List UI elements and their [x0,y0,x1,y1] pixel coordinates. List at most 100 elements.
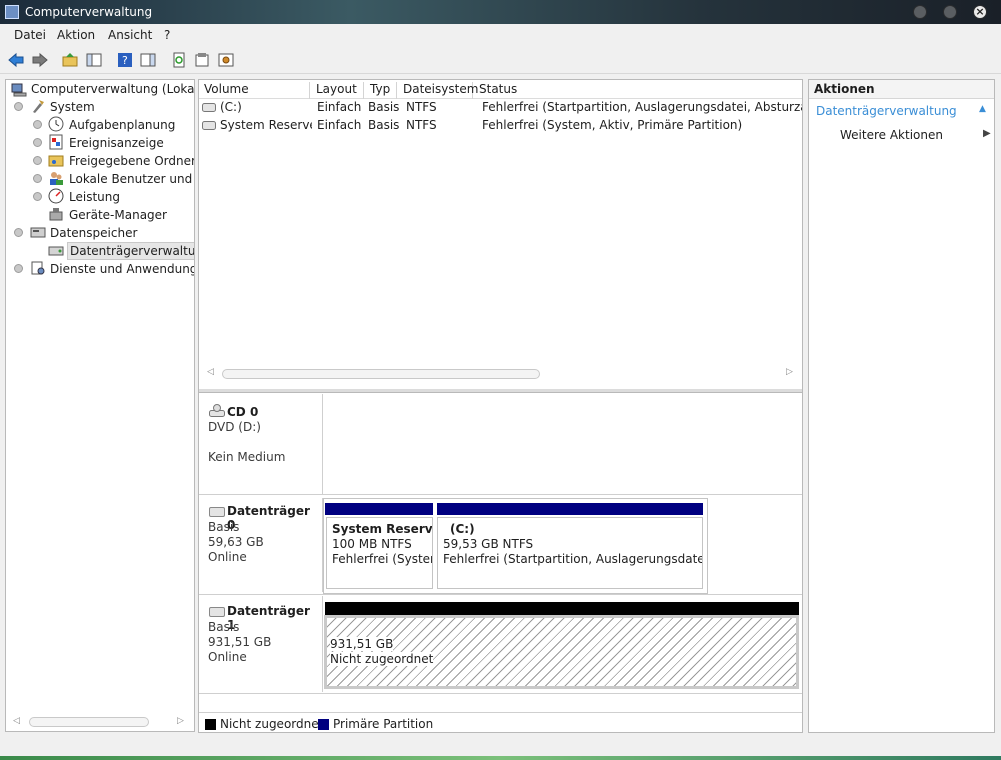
disk-management-icon [48,246,64,256]
settings-icon[interactable] [218,52,234,68]
volume-type: Basis [368,118,400,132]
cd0-media: Kein Medium [208,450,286,464]
back-arrow-icon[interactable] [8,52,24,68]
services-icon [31,261,45,275]
menu-ansicht[interactable]: Ansicht [108,28,152,42]
tree-freigegebene-ordner[interactable]: Freigegebene Ordner [69,152,194,170]
volume-list-header: Volume Layout Typ Dateisystem Status [199,80,802,99]
tree-datentraegerverwaltung[interactable]: Datenträgerverwaltung [67,242,194,260]
submenu-arrow-icon: ▶ [983,128,991,139]
column-status[interactable]: Status [474,82,802,99]
tree-geraete-manager[interactable]: Geräte-Manager [69,206,167,224]
up-folder-icon[interactable] [62,52,78,68]
forward-arrow-icon[interactable] [32,52,48,68]
tree-scroll-right-icon[interactable]: ▷ [177,716,184,726]
datenspeicher-expander[interactable] [14,228,23,237]
tree-leistung[interactable]: Leistung [69,188,120,206]
help-icon[interactable]: ? [117,52,133,68]
menu-aktion[interactable]: Aktion [57,28,95,42]
list-scroll-right-icon[interactable]: ▷ [786,367,793,377]
tree-hscroll-thumb[interactable] [29,717,149,727]
partition-size: 100 MB NTFS [332,537,412,551]
hard-disk-icon [209,507,225,517]
column-dateisystem[interactable]: Dateisystem [398,82,478,99]
unallocated-label: Nicht zugeordnet [330,652,434,666]
actions-title: Aktionen [814,82,875,96]
close-button[interactable]: × [973,5,987,19]
hard-disk-icon [209,607,225,617]
collapse-up-icon[interactable]: ▲ [979,104,986,114]
volume-row[interactable]: (C:) Einfach Basis NTFS Fehlerfrei (Star… [199,99,802,117]
system-expander[interactable] [14,102,23,111]
menu-bar: Datei Aktion Ansicht ? [0,24,1001,46]
list-hscroll-thumb[interactable] [222,369,540,379]
list-scroll-left-icon[interactable]: ◁ [207,367,214,377]
partition-system-reserved[interactable]: System Reserved 100 MB NTFS Fehlerfrei (… [326,517,433,589]
drive-icon [202,121,216,130]
window-title: Computerverwaltung [25,5,153,19]
partition-title: System Reserved [332,522,433,536]
volume-type: Basis [368,100,400,114]
title-bar: Computerverwaltung × [0,0,1001,24]
properties-icon[interactable] [194,52,210,68]
menu-help[interactable]: ? [164,28,170,42]
tree-system[interactable]: System [50,98,95,116]
ereignisanzeige-expander[interactable] [33,138,42,147]
freigegebene-ordner-expander[interactable] [33,156,42,165]
column-volume[interactable]: Volume [199,82,310,99]
more-actions[interactable]: Weitere Aktionen [840,128,943,142]
toolbar: ? [0,46,1001,74]
computer-icon [11,83,27,97]
tree-root[interactable]: Computerverwaltung (Lokal) [31,80,194,98]
tree-datenspeicher[interactable]: Datenspeicher [50,224,137,242]
show-hide-tree-icon[interactable] [86,52,102,68]
minimize-button[interactable] [913,5,927,19]
status-bar [0,736,1001,760]
volume-name: (C:) [220,100,242,114]
volume-layout: Einfach [317,100,362,114]
actions-section-disk-management[interactable]: Datenträgerverwaltung [816,104,957,118]
cd0-label[interactable]: CD 0 DVD (D:) Kein Medium [199,394,323,494]
legend-primary-swatch [318,719,329,730]
tree-scroll-left-icon[interactable]: ◁ [13,716,20,726]
cd-drive-icon [209,404,225,417]
disk1-type: Basis [208,620,240,634]
disk1-label[interactable]: Datenträger 1 Basis 931,51 GB Online [199,596,323,692]
computer-management-icon [5,5,19,19]
tree-aufgabenplanung[interactable]: Aufgabenplanung [69,116,175,134]
tree-ereignisanzeige[interactable]: Ereignisanzeige [69,134,164,152]
tree-dienste[interactable]: Dienste und Anwendungen [50,260,194,278]
actions-header: Aktionen [809,80,994,99]
disk0-label[interactable]: Datenträger 0 Basis 59,63 GB Online [199,498,323,592]
row-divider [199,494,802,495]
navigation-tree: Computerverwaltung (Lokal) System Aufgab… [5,79,195,732]
unallocated-space[interactable]: 931,51 GB Nicht zugeordnet [324,615,799,689]
menu-datei[interactable]: Datei [14,28,46,42]
actions-pane: Aktionen Datenträgerverwaltung ▲ Weitere… [808,79,995,733]
leistung-expander[interactable] [33,192,42,201]
partition-c[interactable]: (C:) 59,53 GB NTFS Fehlerfrei (Startpart… [437,517,703,589]
users-icon [50,172,63,185]
disk1-name: Datenträger 1 [227,604,310,632]
unallocated-bar [325,602,799,615]
tree-lokale-benutzer[interactable]: Lokale Benutzer und Gruppen [69,170,194,188]
legend: Nicht zugeordnet Primäre Partition [199,712,802,732]
maximize-button[interactable] [943,5,957,19]
device-manager-icon [49,208,63,221]
aufgabenplanung-expander[interactable] [33,120,42,129]
volume-row[interactable]: System Reserved Einfach Basis NTFS Fehle… [199,117,802,135]
column-layout[interactable]: Layout [311,82,364,99]
drive-icon [202,103,216,112]
cd0-drive: DVD (D:) [208,420,261,434]
pane-splitter[interactable] [199,389,802,393]
show-hide-actions-icon[interactable] [140,52,156,68]
dienste-expander[interactable] [14,264,23,273]
lokale-benutzer-expander[interactable] [33,174,42,183]
performance-icon [48,188,64,204]
column-typ[interactable]: Typ [365,82,397,99]
refresh-icon[interactable] [171,52,187,68]
disk1-size: 931,51 GB [208,635,272,649]
legend-unallocated: Nicht zugeordnet [220,717,324,731]
partition-title: (C:) [450,522,475,536]
legend-unallocated-swatch [205,719,216,730]
